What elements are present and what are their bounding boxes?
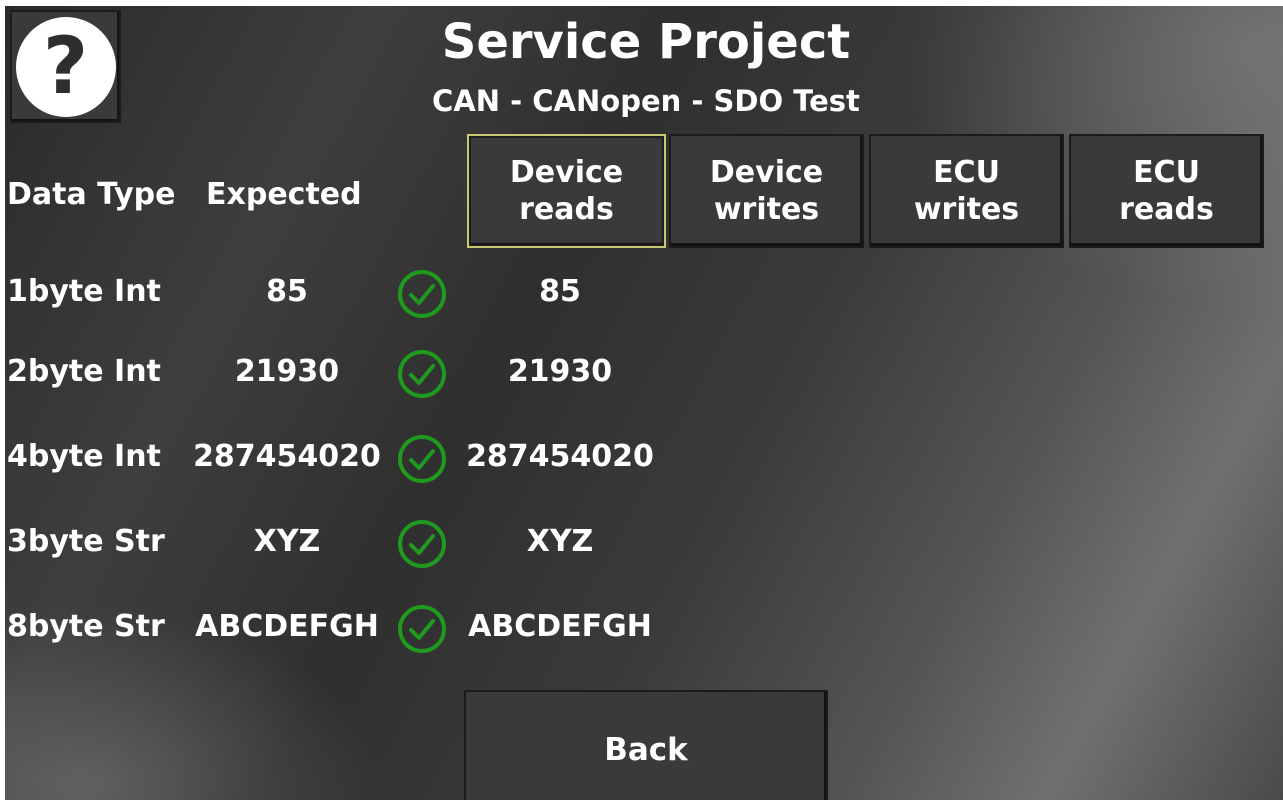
page-subtitle: CAN - CANopen - SDO Test — [432, 84, 860, 118]
row-3-expected: 287454020 — [193, 439, 381, 474]
check-icon — [398, 350, 446, 398]
row-3-actual: 287454020 — [466, 439, 654, 474]
row-4-type: 3byte Str — [7, 524, 165, 559]
tab-device-reads[interactable]: Device reads — [467, 134, 666, 248]
tab-ecu-reads[interactable]: ECU reads — [1069, 134, 1264, 248]
help-icon: ? — [15, 16, 116, 117]
row-4-actual: XYZ — [526, 524, 594, 559]
row-4-expected: XYZ — [253, 524, 321, 559]
row-2-expected: 21930 — [234, 354, 340, 389]
tab-device-writes[interactable]: Device writes — [669, 134, 864, 248]
screen: ? Service Project CAN - CANopen - SDO Te… — [5, 6, 1283, 800]
check-icon — [398, 605, 446, 653]
check-icon — [398, 270, 446, 318]
row-1-actual: 85 — [539, 274, 581, 309]
row-5-type: 8byte Str — [7, 609, 165, 644]
row-2-actual: 21930 — [507, 354, 613, 389]
row-5-expected: ABCDEFGH — [195, 609, 379, 644]
back-button[interactable]: Back — [464, 690, 828, 800]
page-title: Service Project — [441, 14, 851, 70]
row-1-expected: 85 — [266, 274, 308, 309]
row-2-type: 2byte Int — [7, 354, 161, 389]
row-5-actual: ABCDEFGH — [468, 609, 652, 644]
tab-ecu-writes[interactable]: ECU writes — [869, 134, 1064, 248]
header-data-type: Data Type — [7, 177, 176, 212]
row-3-type: 4byte Int — [7, 439, 161, 474]
check-icon — [398, 435, 446, 483]
header-expected: Expected — [206, 177, 362, 212]
row-1-type: 1byte Int — [7, 274, 161, 309]
check-icon — [398, 520, 446, 568]
help-button[interactable]: ? — [10, 10, 121, 123]
